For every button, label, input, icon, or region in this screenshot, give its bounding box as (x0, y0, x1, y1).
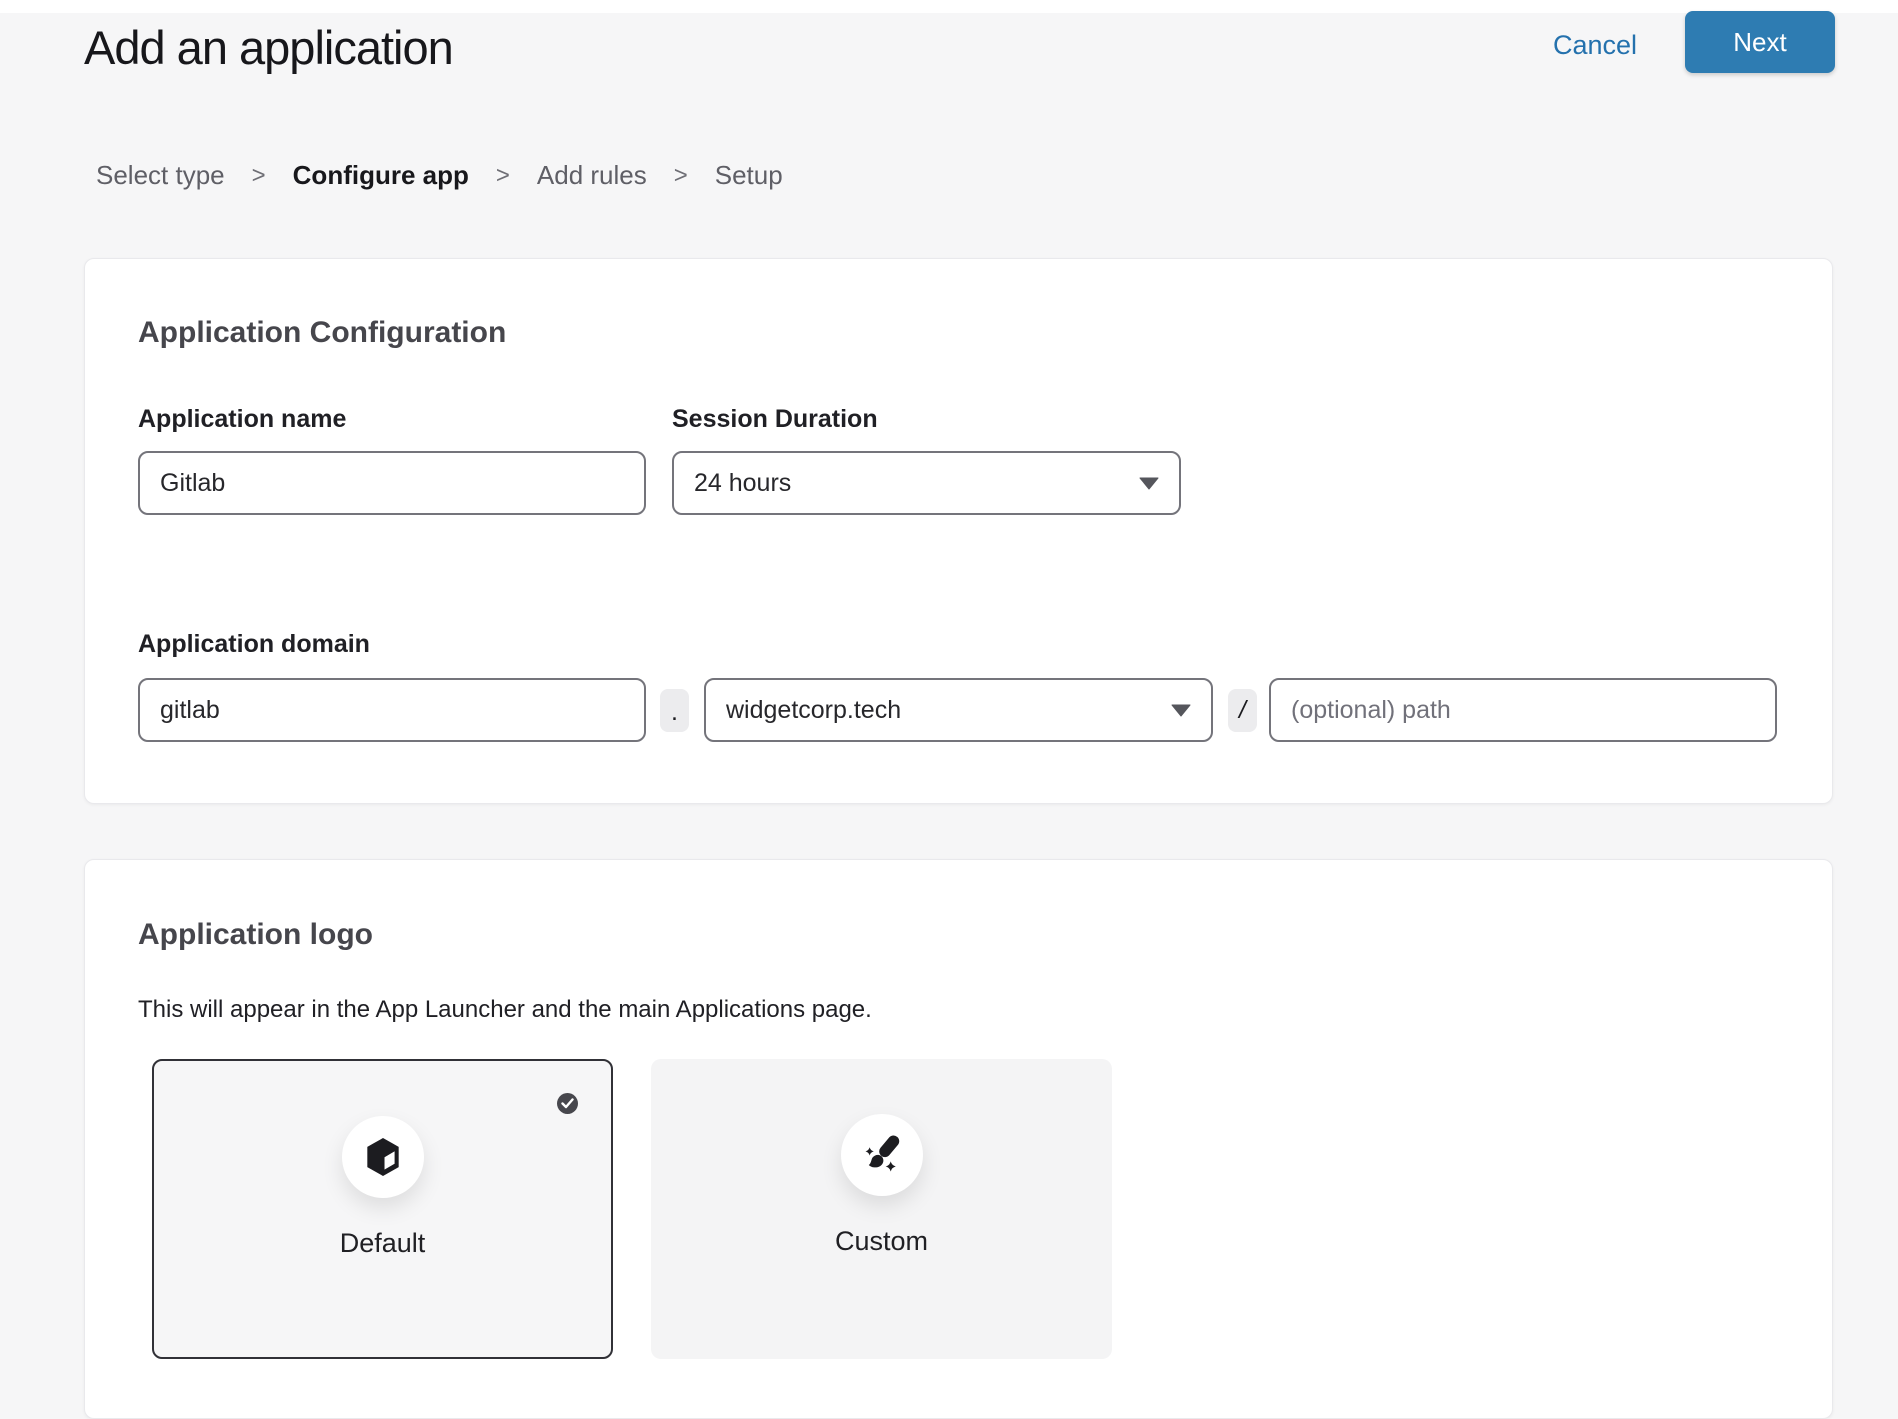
path-slash-separator: / (1228, 689, 1257, 732)
logo-option-label: Custom (651, 1226, 1112, 1257)
top-strip (0, 0, 1898, 13)
application-configuration-heading: Application Configuration (138, 316, 506, 350)
session-duration-select[interactable]: 24 hours (672, 451, 1181, 515)
logo-option-custom[interactable]: Custom (651, 1059, 1112, 1359)
breadcrumb-step-add-rules[interactable]: Add rules (537, 160, 647, 191)
breadcrumb-separator: > (252, 162, 266, 190)
application-logo-description: This will appear in the App Launcher and… (138, 996, 872, 1024)
domain-value: widgetcorp.tech (726, 696, 1171, 725)
paintbrush-icon (860, 1133, 904, 1177)
breadcrumb-step-setup[interactable]: Setup (715, 160, 783, 191)
application-domain-label: Application domain (138, 630, 370, 659)
application-configuration-card: Application Configuration Application na… (84, 258, 1833, 804)
breadcrumb: Select type > Configure app > Add rules … (96, 160, 783, 191)
breadcrumb-separator: > (674, 162, 688, 190)
cube-icon (364, 1136, 402, 1178)
domain-dot-separator: . (660, 689, 689, 732)
breadcrumb-separator: > (496, 162, 510, 190)
custom-logo-circle (841, 1114, 923, 1196)
page-title: Add an application (84, 20, 453, 75)
logo-option-label: Default (154, 1228, 611, 1259)
application-logo-card: Application logo This will appear in the… (84, 859, 1833, 1419)
logo-option-default[interactable]: Default (152, 1059, 613, 1359)
breadcrumb-step-select-type[interactable]: Select type (96, 160, 225, 191)
next-button[interactable]: Next (1685, 11, 1835, 73)
session-duration-label: Session Duration (672, 405, 878, 434)
chevron-down-icon (1171, 704, 1191, 717)
subdomain-input[interactable] (138, 678, 646, 742)
breadcrumb-step-configure-app: Configure app (293, 160, 469, 191)
path-input[interactable] (1269, 678, 1777, 742)
application-name-label: Application name (138, 405, 346, 434)
cancel-button[interactable]: Cancel (1553, 30, 1637, 61)
selected-check-icon (557, 1093, 578, 1114)
application-logo-heading: Application logo (138, 918, 373, 952)
default-logo-circle (342, 1116, 424, 1198)
chevron-down-icon (1139, 477, 1159, 490)
application-name-input[interactable] (138, 451, 646, 515)
domain-select[interactable]: widgetcorp.tech (704, 678, 1213, 742)
session-duration-value: 24 hours (694, 469, 1139, 498)
